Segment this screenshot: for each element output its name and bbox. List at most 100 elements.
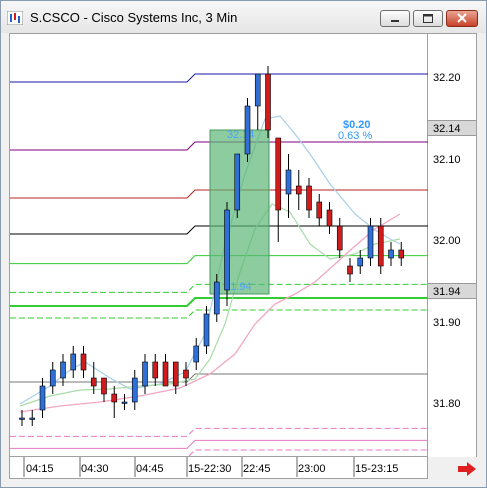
candle-body-up <box>60 361 66 379</box>
candle-body-down <box>101 377 107 395</box>
candle-body-up <box>234 153 241 211</box>
price-level-line <box>10 73 429 83</box>
candle <box>70 346 77 378</box>
candle <box>377 218 384 274</box>
candle-body-up <box>19 417 25 420</box>
candle <box>121 394 128 410</box>
minimize-button[interactable] <box>380 10 410 27</box>
candle <box>326 202 333 234</box>
candle-body-down <box>152 361 159 379</box>
time-tick: 04:45 <box>136 463 164 475</box>
price-tick: 31.80 <box>433 398 461 410</box>
scroll-right-arrow-icon[interactable] <box>457 461 477 477</box>
candle-body-up <box>70 353 77 371</box>
candle-body-up <box>285 169 292 195</box>
candle <box>142 354 148 394</box>
measure-change-percent: 0.63 % <box>338 130 372 142</box>
candle <box>306 178 312 218</box>
time-tick: 15-23:15 <box>355 463 399 475</box>
price-chart-canvas[interactable]: 32.14 31.94 $0.20 0.63 % <box>10 34 429 459</box>
candle <box>101 377 107 402</box>
price-tick: 32.20 <box>433 72 461 84</box>
candle <box>29 410 36 426</box>
candle-body-down <box>377 225 384 267</box>
close-icon <box>457 13 467 23</box>
price-tag-top: 32.14 <box>428 120 476 136</box>
price-tick: 32.10 <box>433 154 461 166</box>
candle-body-down <box>398 249 405 259</box>
candle-body-down <box>326 209 333 227</box>
candle-body-up <box>224 209 230 291</box>
candle <box>80 346 87 378</box>
candle-body-up <box>213 281 220 315</box>
candle-body-down <box>295 185 302 195</box>
price-tag-bottom: 31.94 <box>428 283 476 299</box>
minimize-icon <box>391 20 399 22</box>
candle <box>244 98 251 162</box>
time-tick: 15-22:30 <box>188 463 232 475</box>
time-tick: 22:45 <box>243 463 271 475</box>
close-button[interactable] <box>446 10 478 27</box>
candle <box>152 354 159 386</box>
maximize-button[interactable] <box>413 10 443 27</box>
candle-body-up <box>367 225 374 259</box>
candle-body-up <box>29 417 36 420</box>
candle <box>265 66 271 138</box>
title-bar[interactable]: S.CSCO - Cisco Systems Inc, 3 Min <box>1 1 486 33</box>
candle-body-down <box>90 377 97 387</box>
candle-body-up <box>39 385 46 411</box>
chart-window: S.CSCO - Cisco Systems Inc, 3 Min 32.14 … <box>0 0 487 488</box>
candle <box>162 354 169 387</box>
window-title: S.CSCO - Cisco Systems Inc, 3 Min <box>30 10 238 25</box>
time-tick: 04:30 <box>81 463 109 475</box>
candle <box>295 170 302 210</box>
candle <box>193 338 200 370</box>
candle-body-down <box>111 393 118 403</box>
candle <box>203 306 210 354</box>
candle-body-up <box>131 377 138 403</box>
candle-body-down <box>306 185 312 211</box>
candle-body-up <box>244 105 251 155</box>
candle-body-down <box>347 265 353 275</box>
candle <box>285 154 292 218</box>
candle-body-down <box>162 361 169 387</box>
price-level-line <box>10 427 429 437</box>
candle <box>398 242 405 266</box>
candle-body-down <box>336 225 343 251</box>
candle <box>254 73 261 130</box>
measure-end-price: 32.14 <box>227 129 255 141</box>
maximize-icon <box>423 14 433 23</box>
candle <box>336 218 343 258</box>
price-tick: 31.90 <box>433 317 461 329</box>
candle <box>388 242 394 266</box>
candle <box>357 250 364 274</box>
candle <box>316 194 323 226</box>
candle-body-down <box>172 361 179 387</box>
candle-body-up <box>357 257 364 267</box>
candle-body-up <box>49 369 56 387</box>
candle-body-up <box>203 313 210 347</box>
price-chart[interactable]: 32.14 31.94 $0.20 0.63 % <box>9 33 429 459</box>
chart-app-icon <box>7 11 23 25</box>
candle-body-down <box>316 201 323 219</box>
candle-body-up <box>142 361 148 387</box>
time-tick: 04:15 <box>26 463 54 475</box>
candle-body-down <box>265 73 271 131</box>
time-tick: 23:00 <box>298 463 326 475</box>
candle-body-up <box>121 401 128 404</box>
candle <box>234 153 241 218</box>
candle-body-up <box>388 249 394 259</box>
price-tick: 32.00 <box>433 235 461 247</box>
candle-body-up <box>193 345 200 363</box>
candle <box>60 354 66 386</box>
candle <box>111 386 118 418</box>
candle-body-up <box>254 73 261 107</box>
price-level-line <box>10 439 429 449</box>
candle-body-down <box>80 353 87 371</box>
candle <box>39 378 46 418</box>
candle <box>131 370 138 410</box>
candle <box>49 362 56 394</box>
candle <box>347 258 353 282</box>
candle-body-down <box>183 369 189 379</box>
candle-body-down <box>275 137 282 211</box>
